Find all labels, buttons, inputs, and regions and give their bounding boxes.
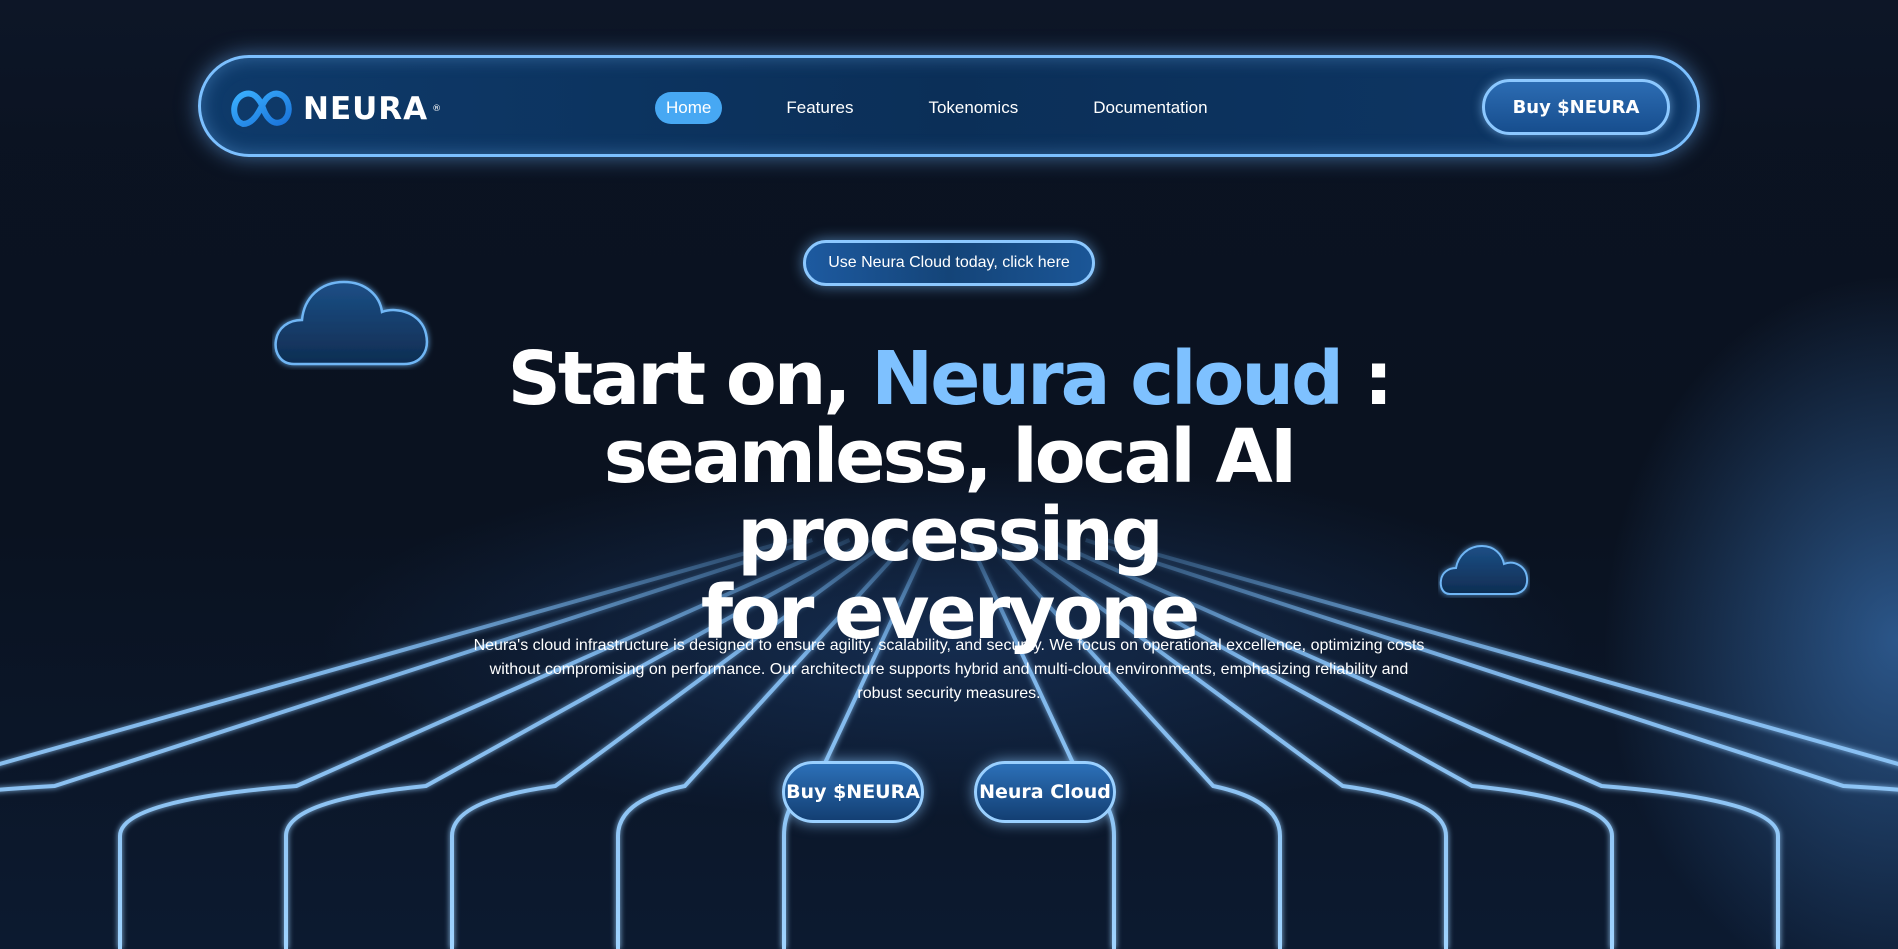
cloud-promo-banner[interactable]: Use Neura Cloud today, click here xyxy=(803,240,1095,286)
nav-link-features[interactable]: Features xyxy=(775,92,864,124)
navbar: NEURA ® Home Features Tokenomics Documen… xyxy=(198,55,1700,157)
neura-cloud-button[interactable]: Neura Cloud xyxy=(974,761,1116,823)
nav-link-tokenomics[interactable]: Tokenomics xyxy=(917,92,1029,124)
nav-link-documentation[interactable]: Documentation xyxy=(1082,92,1218,124)
buy-neura-button[interactable]: Buy $NEURA xyxy=(782,761,924,823)
nav-buy-button[interactable]: Buy $NEURA xyxy=(1482,79,1670,135)
hero-description: Neura's cloud infrastructure is designed… xyxy=(473,637,1425,702)
logo-text: NEURA xyxy=(303,91,429,127)
headline-accent: Neura cloud xyxy=(871,336,1344,422)
logo[interactable]: NEURA ® xyxy=(229,84,441,134)
hero-headline: Start on, Neura cloud : seamless, local … xyxy=(420,340,1478,652)
headline-line2: seamless, local AI processing xyxy=(603,414,1298,578)
nav-links: Home Features Tokenomics Documentation xyxy=(655,92,1219,124)
cloud-icon xyxy=(274,280,429,366)
registered-mark: ® xyxy=(432,104,442,114)
headline-part2: : xyxy=(1341,336,1394,422)
headline-part1: Start on, xyxy=(507,336,872,422)
page: NEURA ® Home Features Tokenomics Documen… xyxy=(0,0,1898,949)
neura-logo-icon xyxy=(231,90,292,127)
nav-link-home[interactable]: Home xyxy=(655,92,723,124)
